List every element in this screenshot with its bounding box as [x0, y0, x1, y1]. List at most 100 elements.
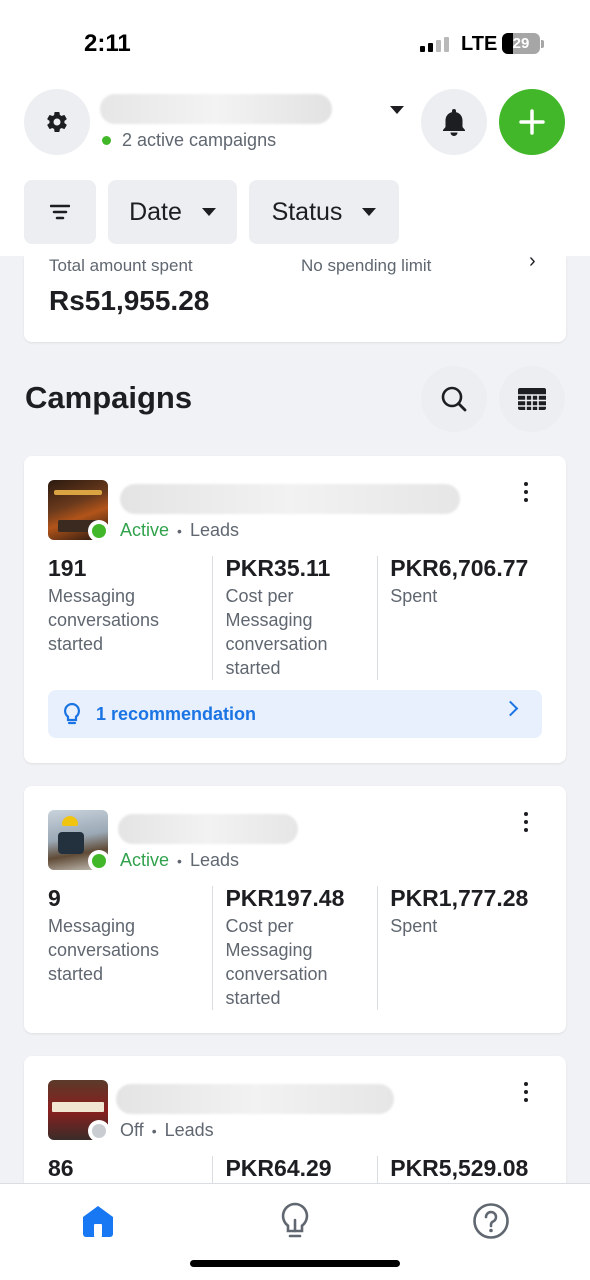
search-icon — [441, 386, 467, 412]
spending-limit-text: No spending limit — [301, 256, 432, 275]
status-bar: 2:11 LTE 29 — [0, 0, 590, 88]
search-button[interactable] — [421, 366, 487, 432]
spend-summary-card[interactable]: Total amount spent Rs51,955.28 No spendi… — [24, 250, 566, 342]
metric-value: PKR6,706.77 — [390, 555, 529, 581]
clock: 2:11 — [84, 30, 131, 57]
metric-value: 9 — [48, 885, 61, 911]
filter-button[interactable] — [24, 180, 96, 244]
header: 2 active campaigns Date Status — [0, 88, 590, 256]
metric-value: 191 — [48, 555, 87, 581]
table-view-button[interactable] — [499, 366, 565, 432]
metric-value: 86 — [48, 1155, 74, 1181]
objective-text: Leads — [189, 520, 239, 540]
table-icon — [518, 388, 546, 410]
status-text: Active — [120, 520, 170, 540]
notifications-button[interactable] — [421, 89, 487, 155]
metric-label: Cost per Messaging conversation started — [225, 916, 328, 1008]
separator: • — [151, 1122, 157, 1139]
battery-level: 29 — [512, 35, 530, 52]
network-type: LTE — [461, 33, 498, 55]
campaign-name-redacted — [120, 484, 460, 514]
metric-cost-per-result: PKR35.11 Cost per Messaging conversation… — [212, 556, 377, 680]
gear-icon — [47, 112, 67, 133]
account-name-redacted[interactable] — [100, 94, 332, 124]
metric-label: Spent — [390, 916, 438, 936]
chevron-right-icon: › — [529, 250, 536, 272]
metric-label: Messaging conversations started — [48, 916, 160, 984]
active-dot — [102, 136, 111, 145]
campaign-card[interactable]: Active • Leads 9 Messaging conversations… — [24, 786, 566, 1033]
campaign-status: Active • Leads — [120, 520, 239, 541]
status-indicator — [88, 850, 110, 872]
filter-bar: Date Status — [24, 180, 399, 244]
metric-value: PKR5,529.08 — [390, 1155, 529, 1181]
objective-text: Leads — [164, 1120, 214, 1140]
status-indicator — [88, 520, 110, 542]
metric-spent: PKR5,529.08 — [377, 1156, 542, 1183]
separator: • — [177, 852, 182, 869]
metric-spent: PKR1,777.28 Spent — [377, 886, 542, 1010]
metric-results: 191 Messaging conversations started — [48, 556, 212, 680]
lightbulb-icon — [63, 702, 81, 725]
metric-value: PKR35.11 — [225, 555, 331, 581]
status-indicator — [88, 1120, 110, 1142]
bell-icon — [443, 109, 465, 136]
campaign-metrics: 86 PKR64.29 PKR5,529.08 — [48, 1156, 542, 1183]
status-filter[interactable]: Status — [249, 180, 399, 244]
more-options-button[interactable] — [516, 808, 536, 836]
campaign-metrics: 9 Messaging conversations started PKR197… — [48, 886, 542, 1010]
more-options-button[interactable] — [516, 1078, 536, 1106]
metric-label: Spent — [390, 586, 438, 606]
recommendation-text: 1 recommendation — [96, 703, 257, 724]
nav-help[interactable] — [471, 1201, 511, 1241]
recommendation-banner[interactable]: 1 recommendation — [48, 690, 542, 738]
campaign-metrics: 191 Messaging conversations started PKR3… — [48, 556, 542, 680]
metric-cost-per-result: PKR197.48 Cost per Messaging conversatio… — [212, 886, 377, 1010]
create-button[interactable] — [499, 89, 565, 155]
metric-label: Messaging conversations started — [48, 586, 160, 654]
home-indicator — [190, 1260, 400, 1267]
date-filter[interactable]: Date — [108, 180, 237, 244]
metric-value: PKR197.48 — [225, 885, 345, 911]
campaign-card[interactable]: Active • Leads 191 Messaging conversatio… — [24, 456, 566, 763]
metric-results: 9 Messaging conversations started — [48, 886, 212, 1010]
signal-icon — [420, 37, 449, 52]
battery-tip — [541, 40, 544, 48]
settings-button[interactable] — [24, 89, 90, 155]
campaigns-title: Campaigns — [25, 380, 193, 415]
more-options-button[interactable] — [516, 478, 536, 506]
battery-icon: 29 — [502, 33, 540, 54]
campaign-status: Active • Leads — [120, 850, 239, 871]
campaign-name-redacted — [116, 1084, 394, 1114]
account-caption: 2 active campaigns — [102, 130, 276, 151]
date-filter-label: Date — [129, 197, 182, 226]
account-dropdown-icon[interactable] — [390, 106, 404, 114]
chevron-down-icon — [362, 208, 377, 216]
total-spent-label: Total amount spent — [49, 256, 193, 275]
metric-value: PKR1,777.28 — [390, 885, 529, 911]
campaign-status: Off • Leads — [120, 1120, 214, 1141]
plus-icon — [519, 109, 545, 135]
help-icon — [473, 1203, 509, 1239]
campaign-card[interactable]: Off • Leads 86 PKR64.29 PKR5,529.08 — [24, 1056, 566, 1183]
separator: • — [177, 522, 182, 539]
objective-text: Leads — [189, 850, 239, 870]
chevron-right-icon — [502, 700, 519, 717]
lightbulb-icon — [281, 1202, 309, 1238]
status-text: Active — [120, 850, 170, 870]
metric-cost-per-result: PKR64.29 — [212, 1156, 377, 1183]
campaign-name-redacted — [118, 814, 298, 844]
home-icon — [83, 1206, 113, 1237]
total-spent-value: Rs51,955.28 — [49, 285, 210, 316]
active-campaigns-text: 2 active campaigns — [122, 130, 277, 150]
metric-results: 86 — [48, 1156, 212, 1183]
nav-recommendations[interactable] — [275, 1201, 315, 1241]
chevron-down-icon — [201, 208, 216, 216]
nav-home[interactable] — [78, 1201, 118, 1241]
metric-value: PKR64.29 — [225, 1155, 332, 1181]
metric-spent: PKR6,706.77 Spent — [377, 556, 542, 680]
filter-icon — [50, 204, 70, 220]
status-text: Off — [120, 1120, 144, 1140]
status-filter-label: Status — [271, 197, 343, 226]
metric-label: Cost per Messaging conversation started — [225, 586, 328, 678]
